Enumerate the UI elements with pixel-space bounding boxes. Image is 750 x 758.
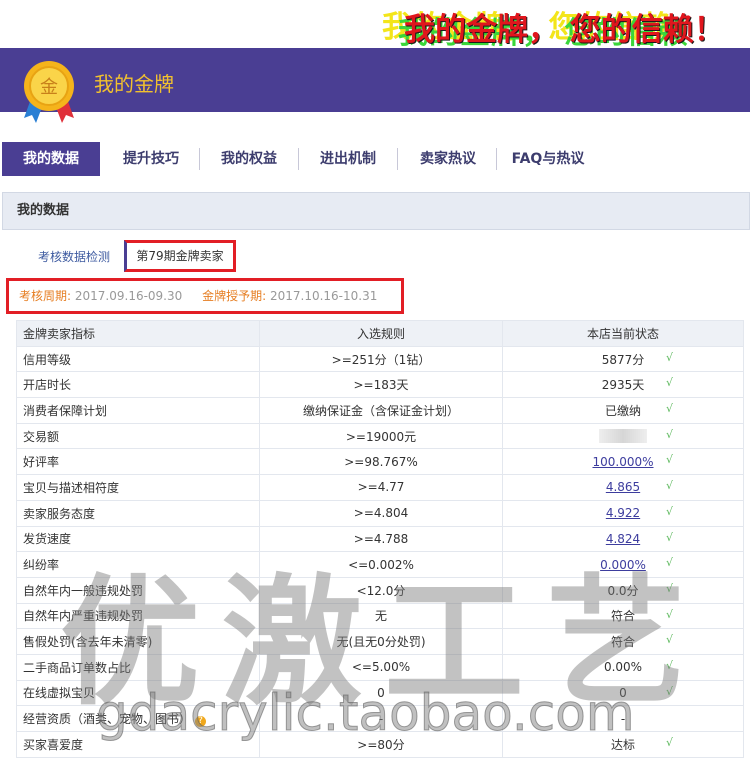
status-cell: √ — [502, 422, 744, 450]
metric-label: 交易额 — [23, 429, 60, 444]
table-row: 宝贝与描述相符度 >=4.77 4.865 √ — [16, 474, 744, 501]
subtab-period-79[interactable]: 第79期金牌卖家 — [124, 240, 236, 272]
promo-slogan: 我的金牌， 您的信赖！ — [404, 12, 725, 48]
rule-cell: >=183天 — [259, 371, 503, 399]
watermark-url: gdacrylic.taobao.com — [96, 684, 636, 743]
status-link[interactable]: 100.000% — [592, 455, 653, 469]
subtab-data-check[interactable]: 考核数据检测 — [38, 248, 110, 265]
tab-seller-discussion[interactable]: 卖家热议 — [400, 142, 496, 176]
medal-char: 金 — [40, 77, 58, 98]
grant-period-value: 2017.10.16-10.31 — [269, 289, 378, 303]
status-cell: 100.000% √ — [502, 448, 744, 476]
status-value: 2935天 — [601, 378, 645, 393]
status-cell: 已缴纳 √ — [502, 397, 744, 424]
check-icon: √ — [665, 350, 673, 364]
rule-cell: >=19000元 — [259, 422, 503, 450]
grant-period-label: 金牌授予期: — [202, 289, 267, 303]
check-icon: √ — [665, 504, 673, 518]
table-row: 交易额 >=19000元 √ — [16, 422, 744, 450]
check-icon: √ — [665, 736, 673, 749]
table-header-row: 金牌卖家指标 入选规则 本店当前状态 — [16, 320, 744, 347]
blurred-value — [599, 429, 647, 444]
check-icon: √ — [665, 453, 673, 467]
tab-divider — [496, 148, 497, 170]
status-cell: 2935天 √ — [502, 371, 744, 399]
metric-cell: 宝贝与描述相符度 — [16, 474, 260, 501]
metric-cell: 交易额 — [16, 422, 260, 450]
metric-label: 开店时长 — [23, 378, 72, 393]
tab-entry-exit[interactable]: 进出机制 — [300, 142, 396, 176]
tab-my-rights[interactable]: 我的权益 — [202, 142, 296, 176]
assess-period-label: 考核周期: — [19, 289, 72, 303]
metric-label: 信用等级 — [23, 352, 72, 367]
rule-cell: >=98.767% — [259, 448, 503, 476]
tab-divider — [298, 148, 299, 170]
col-metric: 金牌卖家指标 — [16, 320, 260, 347]
check-icon: √ — [665, 479, 673, 493]
status-link[interactable]: 4.922 — [606, 506, 640, 520]
tab-faq[interactable]: FAQ与热议 — [498, 142, 598, 176]
rule-cell: 缴纳保证金（含保证金计划） — [259, 397, 503, 424]
status-link[interactable]: 4.865 — [606, 480, 640, 494]
status-value: 5877分 — [601, 352, 645, 367]
metric-cell: 消费者保障计划 — [16, 397, 260, 424]
table-row: 开店时长 >=183天 2935天 √ — [16, 371, 744, 399]
check-icon: √ — [665, 427, 673, 441]
main-tabs: 我的数据 提升技巧 我的权益 进出机制 卖家热议 FAQ与热议 — [0, 142, 750, 178]
section-title: 我的数据 — [2, 192, 750, 230]
status-cell: 5877分 √ — [502, 345, 744, 373]
period-info: 考核周期: 2017.09.16-09.30 金牌授予期: 2017.10.16… — [6, 278, 404, 314]
table-row: 消费者保障计划 缴纳保证金（含保证金计划） 已缴纳 √ — [16, 397, 744, 424]
gold-medal-icon: 金 — [24, 61, 74, 123]
metric-label: 卖家服务态度 — [23, 506, 96, 521]
metric-cell: 信用等级 — [16, 345, 260, 373]
status-value: 已缴纳 — [604, 403, 641, 418]
tab-improve-tips[interactable]: 提升技巧 — [104, 142, 198, 176]
rule-cell: >=251分（1钻） — [259, 345, 503, 373]
assess-period-value: 2017.09.16-09.30 — [74, 289, 183, 303]
tab-divider — [199, 148, 200, 170]
metric-label: 好评率 — [23, 455, 60, 470]
table-row: 好评率 >=98.767% 100.000% √ — [16, 448, 744, 476]
metric-label: 消费者保障计划 — [23, 403, 108, 418]
metric-cell: 好评率 — [16, 448, 260, 476]
table-row: 卖家服务态度 >=4.804 4.922 √ — [16, 499, 744, 527]
tab-my-data[interactable]: 我的数据 — [2, 142, 100, 176]
col-rule: 入选规则 — [259, 320, 503, 347]
table-row: 信用等级 >=251分（1钻） 5877分 √ — [16, 345, 744, 373]
col-status: 本店当前状态 — [502, 320, 744, 347]
metric-label: 纠纷率 — [23, 558, 60, 573]
check-icon: √ — [665, 376, 673, 390]
status-cell: 4.922 √ — [502, 499, 744, 527]
tab-divider — [397, 148, 398, 170]
rule-cell: >=4.804 — [259, 499, 503, 527]
metric-cell: 卖家服务态度 — [16, 499, 260, 527]
promo-banner: 我的金牌， 您的信赖 我的金牌， 您的信赖 我的金牌， 您的信赖！ — [0, 0, 750, 48]
status-cell: 4.865 √ — [502, 474, 744, 501]
page-title: 我的金牌 — [94, 72, 174, 96]
rule-cell: >=4.77 — [259, 474, 503, 501]
metric-cell: 开店时长 — [16, 371, 260, 399]
metric-label: 宝贝与描述相符度 — [23, 480, 120, 495]
check-icon: √ — [665, 402, 673, 416]
